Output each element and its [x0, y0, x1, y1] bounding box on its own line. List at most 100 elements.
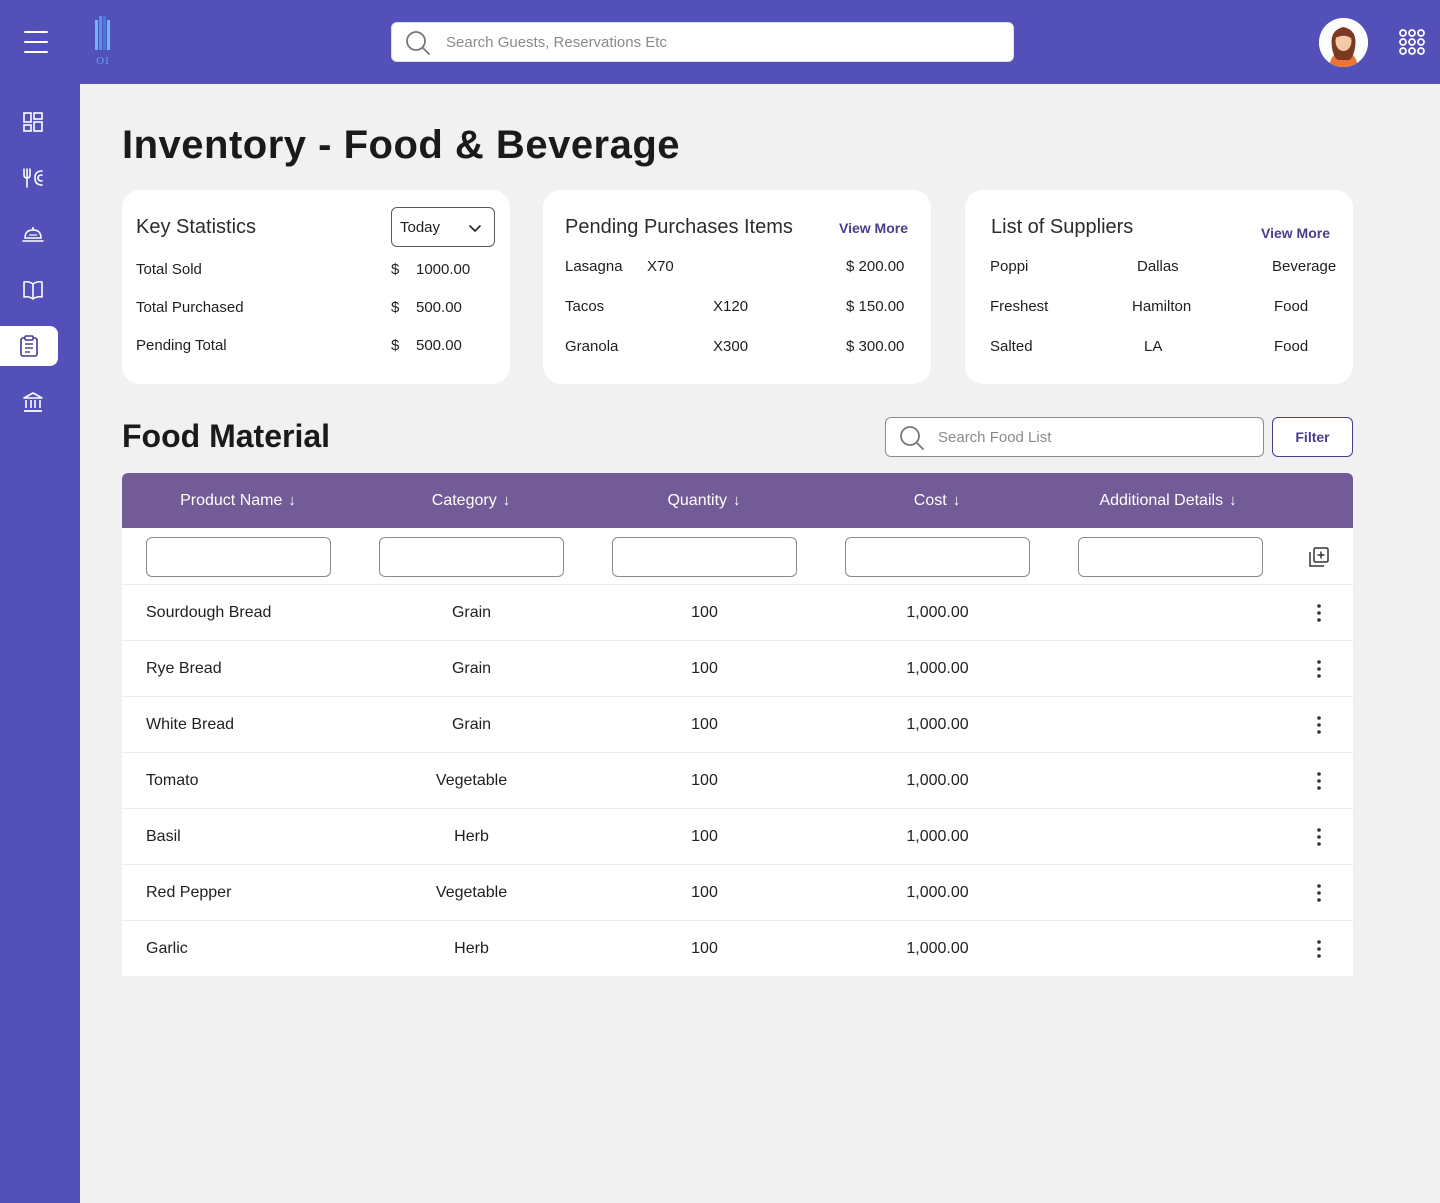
table-header: Product Name ↓ Category ↓ Quantity ↓ Cost ↓ … — [122, 473, 1353, 528]
global-search-input[interactable] — [446, 23, 1006, 61]
filter-additional-details-input[interactable] — [1078, 537, 1263, 577]
period-dropdown[interactable]: Today — [391, 207, 495, 247]
room-service-icon — [22, 227, 44, 242]
pending-qty: X70 — [647, 258, 674, 275]
column-header-product-name[interactable]: Product Name ↓ — [152, 473, 324, 528]
cell-quantity: 100 — [691, 884, 718, 901]
sort-arrow-icon: ↓ — [952, 492, 961, 509]
more-options-icon[interactable] — [1308, 939, 1330, 959]
cell-product-name: Basil — [146, 828, 181, 845]
user-avatar[interactable] — [1319, 18, 1368, 67]
stat-value: 500.00 — [416, 337, 462, 354]
sidebar-item-dashboard[interactable] — [8, 102, 58, 142]
food-search[interactable] — [885, 417, 1264, 457]
more-options-icon[interactable] — [1308, 827, 1330, 847]
table-row[interactable]: Garlic Herb 100 1,000.00 — [122, 921, 1353, 976]
sidebar-item-menu-book[interactable] — [8, 270, 58, 310]
cell-category: Grain — [451, 716, 492, 733]
column-header-category[interactable]: Category ↓ — [385, 473, 557, 528]
food-search-input[interactable] — [938, 418, 1258, 456]
column-header-cost[interactable]: Cost ↓ — [851, 473, 1023, 528]
stat-currency: $ — [391, 337, 400, 354]
table-row[interactable]: Basil Herb 100 1,000.00 — [122, 809, 1353, 865]
dashboard-icon — [23, 112, 43, 132]
column-header-additional-details[interactable]: Additional Details ↓ — [1074, 473, 1262, 528]
more-options-icon[interactable] — [1308, 771, 1330, 791]
table-row[interactable]: Rye Bread Grain 100 1,000.00 — [122, 641, 1353, 697]
supplier-type: Food — [1274, 298, 1309, 315]
filter-cost-input[interactable] — [845, 537, 1030, 577]
pending-view-more-link[interactable]: View More — [839, 220, 908, 236]
key-statistics-title: Key Statistics — [136, 216, 257, 238]
cell-product-name: Red Pepper — [146, 884, 232, 901]
bank-icon — [23, 392, 43, 412]
column-header-label: Additional Details — [1099, 492, 1224, 509]
pending-price: $ 300.00 — [846, 338, 905, 355]
column-header-label: Cost — [913, 492, 947, 509]
sidebar-item-room-service[interactable] — [8, 214, 58, 254]
supplier-name: Salted — [990, 338, 1033, 355]
suppliers-view-more-link[interactable]: View More — [1261, 225, 1330, 241]
cell-category: Grain — [451, 604, 492, 621]
period-value: Today — [400, 219, 441, 236]
logo[interactable]: OI — [90, 14, 116, 68]
sidebar-item-inventory[interactable] — [0, 326, 58, 366]
cell-category: Grain — [451, 660, 492, 677]
column-header-label: Product Name — [180, 492, 283, 509]
page-title: Inventory - Food & Beverage — [122, 123, 681, 167]
more-options-icon[interactable] — [1308, 603, 1330, 623]
cell-product-name: White Bread — [146, 716, 235, 733]
supplier-location: LA — [1144, 338, 1163, 355]
filter-quantity-input[interactable] — [612, 537, 797, 577]
supplier-name: Freshest — [990, 298, 1049, 315]
column-filter-row — [122, 528, 1353, 585]
pending-price: $ 150.00 — [846, 298, 905, 315]
supplier-location: Hamilton — [1132, 298, 1192, 315]
chevron-down-icon — [469, 225, 481, 232]
cell-quantity: 100 — [691, 940, 718, 957]
pending-purchases-card: Pending Purchases Items View More Lasagn… — [543, 190, 931, 384]
supplier-name: Poppi — [990, 258, 1029, 275]
search-icon — [406, 31, 430, 55]
more-options-icon[interactable] — [1308, 715, 1330, 735]
filter-product-name-input[interactable] — [146, 537, 331, 577]
filter-button[interactable]: Filter — [1272, 417, 1353, 457]
supplier-type: Food — [1274, 338, 1309, 355]
more-options-icon[interactable] — [1308, 883, 1330, 903]
pending-item: Lasagna — [565, 258, 623, 275]
pending-purchases-title: Pending Purchases Items — [565, 216, 793, 238]
filter-category-input[interactable] — [379, 537, 564, 577]
table-row[interactable]: Sourdough Bread Grain 100 1,000.00 — [122, 585, 1353, 641]
table-row[interactable]: White Bread Grain 100 1,000.00 — [122, 697, 1353, 753]
cell-cost: 1,000.00 — [906, 716, 969, 733]
pending-item: Granola — [565, 338, 619, 355]
stat-label: Total Sold — [136, 261, 202, 278]
cell-cost: 1,000.00 — [906, 604, 969, 621]
stat-currency: $ — [391, 261, 400, 278]
apps-grid-icon[interactable] — [1399, 29, 1425, 55]
clipboard-icon — [20, 335, 38, 357]
sidebar-item-restaurant[interactable] — [8, 158, 58, 198]
cell-quantity: 100 — [691, 828, 718, 845]
cell-cost: 1,000.00 — [906, 828, 969, 845]
suppliers-card: List of Suppliers View More Poppi Dallas… — [965, 190, 1353, 384]
more-options-icon[interactable] — [1308, 659, 1330, 679]
restaurant-icon — [23, 168, 43, 188]
table-row[interactable]: Tomato Vegetable 100 1,000.00 — [122, 753, 1353, 809]
global-search[interactable] — [391, 22, 1014, 62]
cell-product-name: Sourdough Bread — [146, 604, 272, 621]
menu-icon[interactable] — [24, 31, 48, 53]
sort-arrow-icon: ↓ — [288, 492, 296, 509]
stat-value: 500.00 — [416, 299, 462, 316]
cell-product-name: Rye Bread — [146, 660, 222, 677]
add-column-icon[interactable] — [1309, 547, 1329, 567]
sidebar-item-finance[interactable] — [8, 382, 58, 422]
sort-arrow-icon: ↓ — [502, 492, 511, 509]
stat-label: Pending Total — [136, 337, 227, 354]
search-icon — [900, 426, 924, 450]
column-header-quantity[interactable]: Quantity ↓ — [618, 473, 790, 528]
pending-price: $ 200.00 — [846, 258, 905, 275]
sort-arrow-icon: ↓ — [1229, 492, 1237, 509]
cell-quantity: 100 — [691, 604, 718, 621]
table-row[interactable]: Red Pepper Vegetable 100 1,000.00 — [122, 865, 1353, 921]
